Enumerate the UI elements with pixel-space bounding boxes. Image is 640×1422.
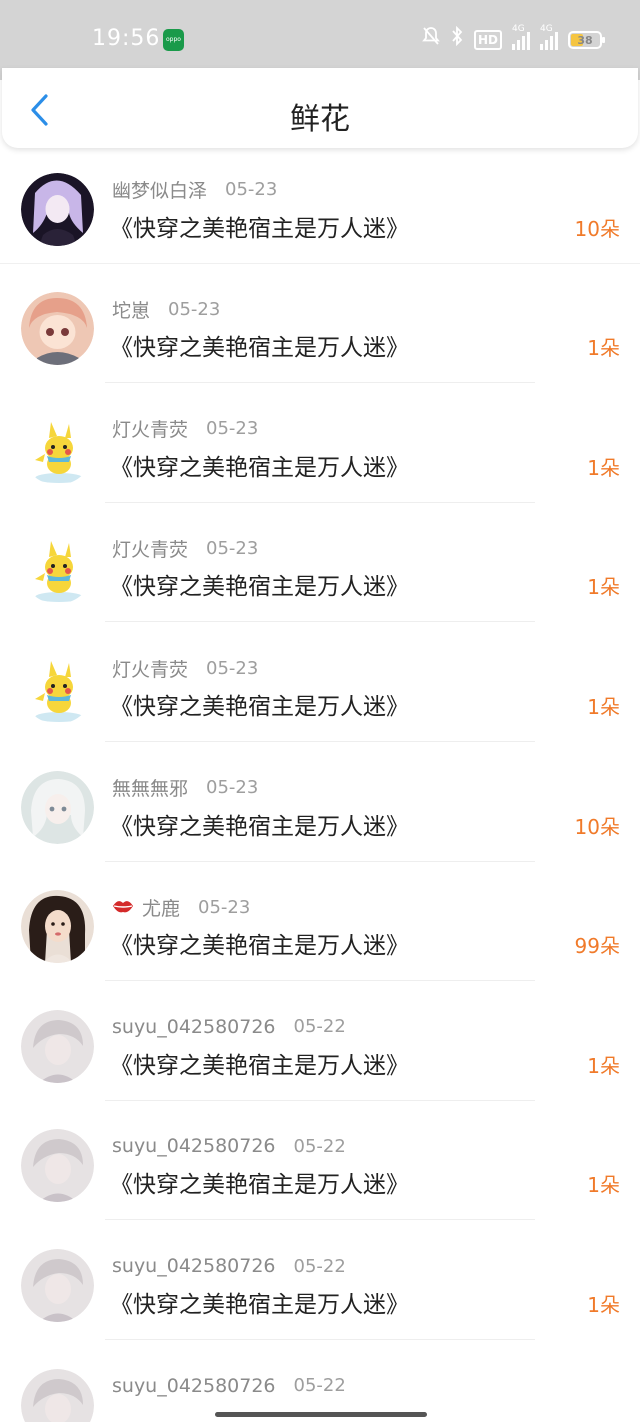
flower-count: 1朵 <box>587 575 620 600</box>
book-title[interactable]: 《快穿之美艳宿主是万人迷》 <box>110 448 409 482</box>
username[interactable]: 灯火青荧 <box>112 655 188 682</box>
username[interactable]: suyu_042580726 <box>112 1255 276 1277</box>
flower-count: 1朵 <box>587 336 620 361</box>
flower-count: 1朵 <box>587 1173 620 1198</box>
username[interactable]: suyu_042580726 <box>112 1016 276 1038</box>
battery-level: 38 <box>577 33 593 47</box>
flower-count: 99朵 <box>574 934 620 959</box>
username[interactable]: suyu_042580726 <box>112 1135 276 1157</box>
book-title[interactable]: 《快穿之美艳宿主是万人迷》 <box>110 1165 409 1199</box>
pale-boy-avatar[interactable] <box>21 1249 94 1322</box>
page-title: 鲜花 <box>290 102 350 137</box>
list-item[interactable]: suyu_042580726 05-22 《快穿之美艳宿主是万人迷》 1朵 <box>0 1101 640 1221</box>
girl-photo-avatar[interactable] <box>21 890 94 964</box>
row-meta: 灯火青荧 05-23 <box>112 533 258 563</box>
username[interactable]: 尤鹿 <box>142 894 180 921</box>
lips-icon <box>112 895 134 919</box>
list-item[interactable]: suyu_042580726 05-22 《快穿之美艳宿主是万人迷》 1朵 <box>0 982 640 1102</box>
flower-count: 10朵 <box>574 216 620 241</box>
list-item[interactable]: 灯火青荧 05-23 《快穿之美艳宿主是万人迷》 1朵 <box>0 503 640 623</box>
date: 05-22 <box>293 1135 346 1157</box>
flower-count: 1朵 <box>587 1053 620 1078</box>
book-title[interactable]: 《快穿之美艳宿主是万人迷》 <box>110 1046 409 1080</box>
book-title[interactable]: 《快穿之美艳宿主是万人迷》 <box>110 209 409 243</box>
username[interactable]: suyu_042580726 <box>112 1375 276 1397</box>
username[interactable]: 坨崽 <box>112 296 150 323</box>
purple-hair-avatar[interactable] <box>21 172 94 246</box>
pikachu-avatar[interactable] <box>21 411 94 485</box>
flower-count: 1朵 <box>587 455 620 480</box>
date: 05-23 <box>206 777 259 799</box>
list-item[interactable]: 尤鹿 05-23 《快穿之美艳宿主是万人迷》 99朵 <box>0 862 640 982</box>
bluetooth-icon <box>450 25 464 54</box>
date: 05-22 <box>293 1016 346 1038</box>
pikachu-avatar[interactable] <box>21 531 94 605</box>
date: 05-23 <box>225 179 278 201</box>
flower-count: 10朵 <box>574 814 620 839</box>
network-label: 4G <box>540 24 553 34</box>
pale-boy-avatar[interactable] <box>21 1129 94 1203</box>
nav-header: 鲜花 <box>2 68 638 148</box>
row-meta: 幽梦似白泽 05-23 <box>112 175 277 205</box>
date: 05-22 <box>293 1375 346 1397</box>
row-meta: 灯火青荧 05-23 <box>112 653 258 683</box>
book-title[interactable]: 《快穿之美艳宿主是万人迷》 <box>110 807 409 841</box>
row-meta: suyu_042580726 05-22 <box>112 1012 346 1042</box>
page: 《快穿之美艳宿主是万人迷》 99朵 幽梦似白泽 05-23 《快穿之美艳宿主是万人迷》 1… <box>0 0 640 1422</box>
pink-hair-avatar[interactable] <box>21 292 94 366</box>
status-time: 19:56 <box>92 26 161 51</box>
home-indicator[interactable] <box>215 1412 427 1417</box>
list-item[interactable]: suyu_042580726 05-22 《快穿之美艳宿主是万人迷》 1朵 <box>0 1221 640 1341</box>
mute-bell-icon <box>422 26 440 54</box>
row-meta: 無無無邪 05-23 <box>112 773 258 803</box>
book-title[interactable]: 《快穿之美艳宿主是万人迷》 <box>110 567 409 601</box>
pale-boy-avatar[interactable] <box>21 1368 94 1422</box>
list-item[interactable]: 坨崽 05-23 《快穿之美艳宿主是万人迷》 1朵 <box>0 264 640 384</box>
row-meta: suyu_042580726 05-22 <box>112 1131 346 1161</box>
username[interactable]: 無無無邪 <box>112 774 188 801</box>
pikachu-avatar[interactable] <box>21 651 94 724</box>
book-title[interactable]: 《快穿之美艳宿主是万人迷》 <box>110 328 409 362</box>
list-item[interactable]: 幽梦似白泽 05-23 《快穿之美艳宿主是万人迷》 10朵 <box>0 145 640 265</box>
network-label: 4G <box>512 24 525 34</box>
oppo-app-icon: oppo <box>163 29 184 51</box>
pale-boy-avatar[interactable] <box>21 1009 94 1083</box>
row-meta: 坨崽 05-23 <box>112 294 220 324</box>
row-meta: suyu_042580726 05-22 <box>112 1371 346 1401</box>
battery-icon: 38 <box>568 31 605 49</box>
row-meta: 尤鹿 05-23 <box>112 892 250 922</box>
list-item[interactable]: 灯火青荧 05-23 《快穿之美艳宿主是万人迷》 1朵 <box>0 384 640 504</box>
date: 05-23 <box>206 418 259 440</box>
list-item[interactable]: 無無無邪 05-23 《快穿之美艳宿主是万人迷》 10朵 <box>0 743 640 863</box>
signal-icon-2: 4G <box>540 24 558 50</box>
flower-count: 1朵 <box>587 695 620 719</box>
status-icons: HD 4G 4G 38 <box>422 24 605 54</box>
flower-count: 1朵 <box>587 1293 620 1317</box>
username[interactable]: 灯火青荧 <box>112 535 188 562</box>
hd-icon: HD <box>473 30 502 50</box>
date: 05-23 <box>168 298 221 320</box>
username[interactable]: 幽梦似白泽 <box>112 176 207 203</box>
row-meta: suyu_042580726 05-22 <box>112 1251 346 1281</box>
date: 05-23 <box>206 657 259 679</box>
username[interactable]: 灯火青荧 <box>112 415 188 442</box>
row-meta: 灯火青荧 05-23 <box>112 414 258 444</box>
signal-icon-1: 4G <box>512 24 530 50</box>
date: 05-23 <box>198 896 251 918</box>
book-title[interactable]: 《快穿之美艳宿主是万人迷》 <box>110 687 409 721</box>
white-hair-avatar[interactable] <box>21 770 94 844</box>
list-item[interactable]: suyu_042580726 05-22 <box>0 1341 640 1422</box>
book-title[interactable]: 《快穿之美艳宿主是万人迷》 <box>110 1285 409 1319</box>
list-item[interactable]: 灯火青荧 05-23 《快穿之美艳宿主是万人迷》 1朵 <box>0 623 640 743</box>
date: 05-23 <box>206 537 259 559</box>
date: 05-22 <box>293 1255 346 1277</box>
book-title[interactable]: 《快穿之美艳宿主是万人迷》 <box>110 926 409 960</box>
